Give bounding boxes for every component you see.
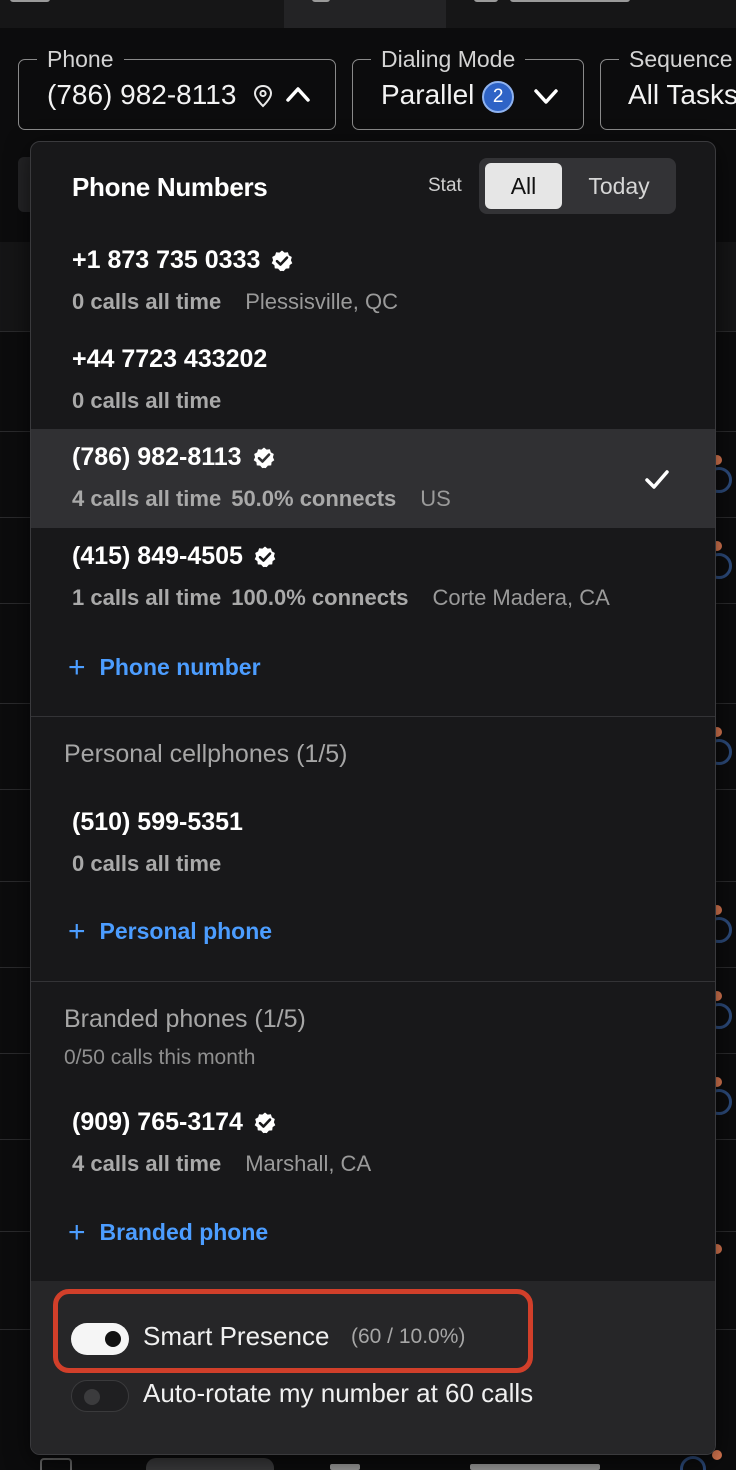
- status-pill-fragment: [146, 1458, 274, 1470]
- add-branded-phone-button[interactable]: + Branded phone: [68, 1215, 269, 1249]
- chevron-up-icon[interactable]: [285, 84, 311, 104]
- verified-badge-icon: [272, 250, 293, 271]
- phone-number: +1 873 735 0333: [72, 246, 261, 274]
- phone-field-value: (786) 982-8113: [47, 79, 237, 110]
- section-divider: [31, 981, 715, 982]
- verified-badge-icon: [253, 447, 274, 468]
- sequence-legend: Sequence: [619, 46, 736, 72]
- dialing-mode-value: Parallel 2: [381, 78, 515, 113]
- phone-field[interactable]: Phone (786) 982-8113: [18, 46, 336, 130]
- phone-number-item[interactable]: +44 7723 433202 0 calls all time: [31, 331, 715, 430]
- phone-number-row: (415) 849-4505: [72, 542, 277, 571]
- add-branded-phone-label: Branded phone: [99, 1219, 269, 1245]
- location-pin-icon: [253, 84, 273, 108]
- verified-badge-icon: [254, 1112, 276, 1133]
- text-fragment: [330, 1464, 360, 1470]
- phone-number-meta: 1 calls all time 100.0% connects Corte Mad…: [72, 585, 610, 611]
- stat-option-all[interactable]: All: [485, 163, 562, 209]
- toggle-knob: [84, 1389, 100, 1405]
- stat-label: Stat: [428, 175, 462, 196]
- sequence-value: All Tasks: [628, 79, 736, 110]
- tab-fragment: [510, 0, 630, 2]
- row-checkbox-fragment: [40, 1458, 72, 1470]
- stat-segmented-control: All Today: [479, 158, 676, 214]
- popover-header: Phone Numbers Stat All Today: [31, 142, 715, 232]
- dialing-mode-field[interactable]: Dialing Mode Parallel 2: [352, 46, 584, 130]
- phone-number-row: (786) 982-8113: [72, 443, 276, 472]
- number-location: Plessisville, QC: [245, 289, 399, 314]
- phone-number: (415) 849-4505: [72, 542, 243, 570]
- top-tab-strip: [0, 0, 736, 28]
- popover-footer: Smart Presence (60 / 10.0%) Auto-rotate …: [31, 1281, 715, 1454]
- dialing-mode-count-badge: 2: [482, 80, 515, 113]
- phone-number-meta: 0 calls all time: [72, 851, 221, 877]
- branded-phone-item[interactable]: (909) 765-3174 4 calls all time Marshall,…: [31, 1094, 715, 1184]
- phone-number-row: (510) 599-5351: [72, 808, 243, 837]
- dialing-mode-label: Parallel: [381, 79, 475, 110]
- dialer-screen: Phone (786) 982-8113 Dialing Mode Parall…: [0, 0, 736, 1470]
- active-tab-fragment[interactable]: [284, 0, 446, 28]
- section-divider: [31, 716, 715, 717]
- calls-count: 0 calls all time: [72, 289, 222, 314]
- branded-phones-usage: 0/50 calls this month: [64, 1046, 256, 1069]
- avatar-ring: [680, 1456, 706, 1470]
- tab-fragment: [474, 0, 498, 2]
- phone-number: (909) 765-3174: [72, 1108, 243, 1136]
- phone-number-meta: 4 calls all time Marshall, CA: [72, 1151, 371, 1177]
- phone-number-meta: 4 calls all time 50.0% connects US: [72, 486, 451, 512]
- phone-number-item[interactable]: +1 873 735 0333 0 calls all time Plessisv…: [31, 232, 715, 331]
- number-location: Corte Madera, CA: [432, 585, 610, 610]
- plus-icon: +: [68, 914, 86, 948]
- calls-count: 0 calls all time: [72, 851, 222, 876]
- plus-icon: +: [68, 1215, 86, 1249]
- calls-count: 4 calls all time: [72, 486, 222, 511]
- text-fragment: [470, 1464, 600, 1470]
- sequence-field[interactable]: Sequence All Tasks: [600, 46, 736, 130]
- smart-presence-detail: (60 / 10.0%): [351, 1325, 466, 1348]
- tab-fragment: [312, 0, 330, 2]
- personal-cellphones-title: Personal cellphones (1/5): [64, 740, 348, 768]
- connect-rate: 50.0% connects: [231, 486, 397, 511]
- calls-count: 0 calls all time: [72, 388, 222, 413]
- phone-field-legend: Phone: [37, 46, 124, 72]
- popover-title: Phone Numbers: [72, 172, 268, 202]
- stat-option-today[interactable]: Today: [568, 163, 670, 209]
- phone-numbers-popover: Phone Numbers Stat All Today +1 873 735 …: [30, 141, 716, 1455]
- verified-badge-icon: [254, 546, 276, 567]
- phone-number-row: (909) 765-3174: [72, 1108, 277, 1137]
- number-location: Marshall, CA: [245, 1151, 372, 1176]
- add-phone-number-label: Phone number: [99, 654, 261, 680]
- add-personal-phone-button[interactable]: + Personal phone: [68, 914, 273, 948]
- smart-presence-toggle[interactable]: [71, 1323, 129, 1355]
- dialing-mode-legend: Dialing Mode: [371, 46, 526, 72]
- phone-number-meta: 0 calls all time: [72, 388, 221, 414]
- chevron-down-icon[interactable]: [533, 86, 559, 106]
- phone-number-meta: 0 calls all time Plessisville, QC: [72, 289, 398, 315]
- toggle-knob: [105, 1331, 121, 1347]
- smart-presence-label: Smart Presence: [143, 1321, 330, 1351]
- phone-number: +44 7723 433202: [72, 345, 268, 373]
- personal-phone-item[interactable]: (510) 599-5351 0 calls all time: [31, 794, 715, 884]
- phone-number-item[interactable]: (415) 849-4505 1 calls all time 100.0% co…: [31, 528, 715, 627]
- calls-count: 4 calls all time: [72, 1151, 222, 1176]
- phone-number-row: +1 873 735 0333: [72, 246, 294, 275]
- phone-number: (786) 982-8113: [72, 443, 242, 471]
- add-phone-number-button[interactable]: + Phone number: [68, 650, 261, 684]
- calls-count: 1 calls all time: [72, 585, 222, 610]
- tab-fragment: [10, 0, 50, 2]
- plus-icon: +: [68, 650, 86, 684]
- auto-rotate-label: Auto-rotate my number at 60 calls: [143, 1378, 534, 1408]
- phone-number-item-selected[interactable]: (786) 982-8113 4 calls all time 50.0% con…: [31, 429, 715, 528]
- number-location: US: [420, 486, 451, 511]
- connect-rate: 100.0% connects: [231, 585, 409, 610]
- auto-rotate-toggle[interactable]: [71, 1380, 129, 1412]
- checkmark-icon: [645, 470, 669, 489]
- phone-number-row: +44 7723 433202: [72, 345, 267, 374]
- phone-number: (510) 599-5351: [72, 808, 243, 836]
- branded-phones-title: Branded phones (1/5): [64, 1005, 306, 1033]
- add-personal-phone-label: Personal phone: [99, 918, 273, 944]
